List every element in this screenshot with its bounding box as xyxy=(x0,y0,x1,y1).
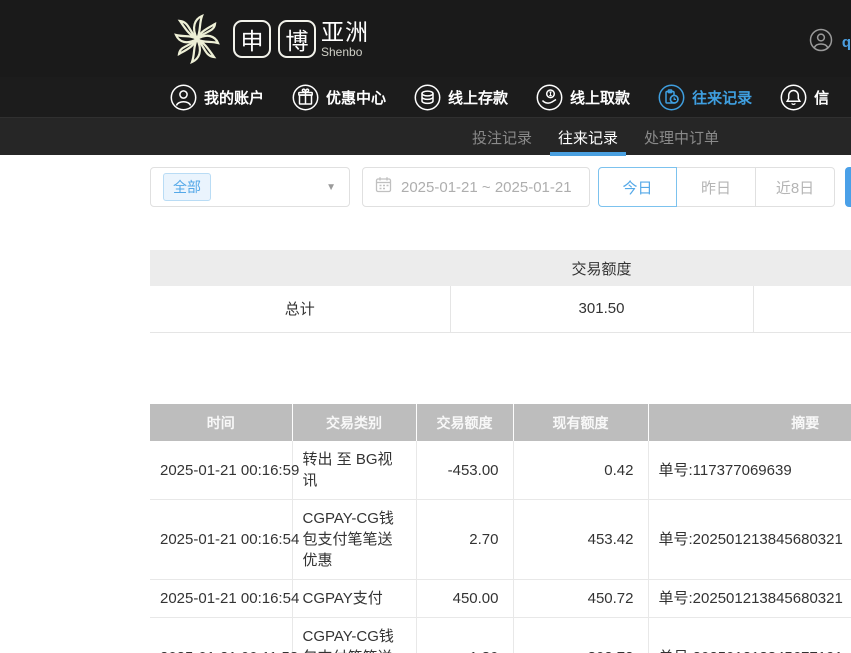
logo-subtitle: Shenbo xyxy=(321,46,369,58)
date-range-text: 2025-01-21 ~ 2025-01-21 xyxy=(401,179,572,196)
username-text: qhhw xyxy=(842,34,851,51)
bell-icon xyxy=(780,84,807,111)
user-icon xyxy=(170,84,197,111)
tab-pending-orders[interactable]: 处理中订单 xyxy=(642,118,721,156)
type-select[interactable]: 全部 ▼ xyxy=(150,167,350,207)
col-header-balance: 现有额度 xyxy=(513,404,648,441)
tab-label: 处理中订单 xyxy=(644,127,719,148)
cell-balance: 0.42 xyxy=(513,441,648,500)
table-row: 2025-01-21 00:16:54 CGPAY-CG钱包支付笔笔送优惠 2.… xyxy=(150,500,851,580)
nav-label: 线上取款 xyxy=(570,87,630,108)
active-tab-underline xyxy=(550,152,626,156)
flower-logo-icon xyxy=(168,10,226,68)
logo-char-shen: 申 xyxy=(233,20,271,58)
cell-time: 2025-01-21 00:11:53 xyxy=(150,618,292,653)
summary-table: 交易额度 总计 301.50 xyxy=(150,250,851,333)
cell-amount: 450.00 xyxy=(416,580,513,618)
user-avatar-icon xyxy=(809,28,833,57)
cell-time: 2025-01-21 00:16:54 xyxy=(150,580,292,618)
coins-icon xyxy=(414,84,441,111)
nav-label: 线上存款 xyxy=(448,87,508,108)
main-nav: 我的账户 优惠中心 xyxy=(0,77,851,117)
hand-money-icon xyxy=(536,84,563,111)
summary-empty-cell xyxy=(753,286,851,332)
cell-type: CGPAY-CG钱包支付笔笔送优惠 xyxy=(292,500,416,580)
transactions-table: 时间 交易类别 交易额度 现有额度 摘要 2025-01-21 00:16:59… xyxy=(150,404,851,653)
cell-note: 单号:202501213845680321 xyxy=(648,580,851,618)
table-row: 2025-01-21 00:16:59 转出 至 BG视讯 -453.00 0.… xyxy=(150,441,851,500)
top-header: 申 博 亚洲 Shenbo qhhw xyxy=(0,0,851,77)
summary-total-value: 301.50 xyxy=(450,286,753,332)
nav-item-transaction-records[interactable]: 往来记录 xyxy=(658,84,752,111)
user-account[interactable]: qhhw xyxy=(809,28,851,57)
nav-item-deposit[interactable]: 线上存款 xyxy=(414,84,508,111)
nav-item-withdraw[interactable]: 线上取款 xyxy=(536,84,630,111)
selected-type-chip[interactable]: 全部 xyxy=(163,173,211,201)
transaction-records-page: 申 博 亚洲 Shenbo qhhw xyxy=(0,0,851,653)
cell-amount: 2.70 xyxy=(416,500,513,580)
cell-note: 单号:117377069639 xyxy=(648,441,851,500)
summary-total-label: 总计 xyxy=(150,286,450,332)
logo-char-bo: 博 xyxy=(278,20,316,58)
cell-amount: -453.00 xyxy=(416,441,513,500)
col-header-type: 交易类别 xyxy=(292,404,416,441)
summary-header-row: 交易额度 xyxy=(150,250,851,286)
chevron-down-icon: ▼ xyxy=(326,182,336,193)
quick-date-buttons: 今日 昨日 近8日 xyxy=(598,167,835,207)
site-logo[interactable]: 申 博 亚洲 Shenbo xyxy=(168,8,369,70)
summary-header-empty xyxy=(753,250,851,286)
sub-nav: 投注记录 往来记录 处理中订单 xyxy=(0,117,851,155)
cell-time: 2025-01-21 00:16:54 xyxy=(150,500,292,580)
cell-type: CGPAY支付 xyxy=(292,580,416,618)
tab-label: 投注记录 xyxy=(472,127,532,148)
nav-item-promotions[interactable]: 优惠中心 xyxy=(292,84,386,111)
nav-item-messages[interactable]: 信 xyxy=(780,84,829,111)
nav-label: 往来记录 xyxy=(692,87,752,108)
nav-label: 信 xyxy=(814,87,829,108)
tab-betting-records[interactable]: 投注记录 xyxy=(470,118,534,156)
nav-label: 我的账户 xyxy=(204,87,264,108)
today-button[interactable]: 今日 xyxy=(598,167,677,207)
cell-time: 2025-01-21 00:16:59 xyxy=(150,441,292,500)
calendar-icon xyxy=(375,176,392,198)
clipboard-clock-icon xyxy=(658,84,685,111)
date-range-input[interactable]: 2025-01-21 ~ 2025-01-21 xyxy=(362,167,590,207)
tab-label: 往来记录 xyxy=(558,127,618,148)
gift-icon xyxy=(292,84,319,111)
nav-item-my-account[interactable]: 我的账户 xyxy=(170,84,264,111)
last-8-days-button[interactable]: 近8日 xyxy=(756,167,835,207)
table-row: 2025-01-21 00:11:53 CGPAY-CG钱包支付笔笔送优惠 1.… xyxy=(150,618,851,653)
query-button[interactable] xyxy=(845,167,851,207)
col-header-note: 摘要 xyxy=(648,404,851,441)
cell-amount: 1.80 xyxy=(416,618,513,653)
tab-transaction-records[interactable]: 往来记录 xyxy=(556,118,620,156)
logo-region-text: 亚洲 xyxy=(321,21,369,44)
cell-balance: 453.42 xyxy=(513,500,648,580)
nav-label: 优惠中心 xyxy=(326,87,386,108)
cell-type: CGPAY-CG钱包支付笔笔送优惠 xyxy=(292,618,416,653)
summary-header-amount: 交易额度 xyxy=(450,250,753,286)
cell-note: 单号:202501213845677191 xyxy=(648,618,851,653)
table-row: 2025-01-21 00:16:54 CGPAY支付 450.00 450.7… xyxy=(150,580,851,618)
cell-note: 单号:202501213845680321 xyxy=(648,500,851,580)
table-header-row: 时间 交易类别 交易额度 现有额度 摘要 xyxy=(150,404,851,441)
summary-header-empty xyxy=(150,250,450,286)
col-header-time: 时间 xyxy=(150,404,292,441)
summary-total-row: 总计 301.50 xyxy=(150,286,851,332)
cell-type: 转出 至 BG视讯 xyxy=(292,441,416,500)
yesterday-button[interactable]: 昨日 xyxy=(677,167,756,207)
cell-balance: 302.72 xyxy=(513,618,648,653)
col-header-amount: 交易额度 xyxy=(416,404,513,441)
cell-balance: 450.72 xyxy=(513,580,648,618)
